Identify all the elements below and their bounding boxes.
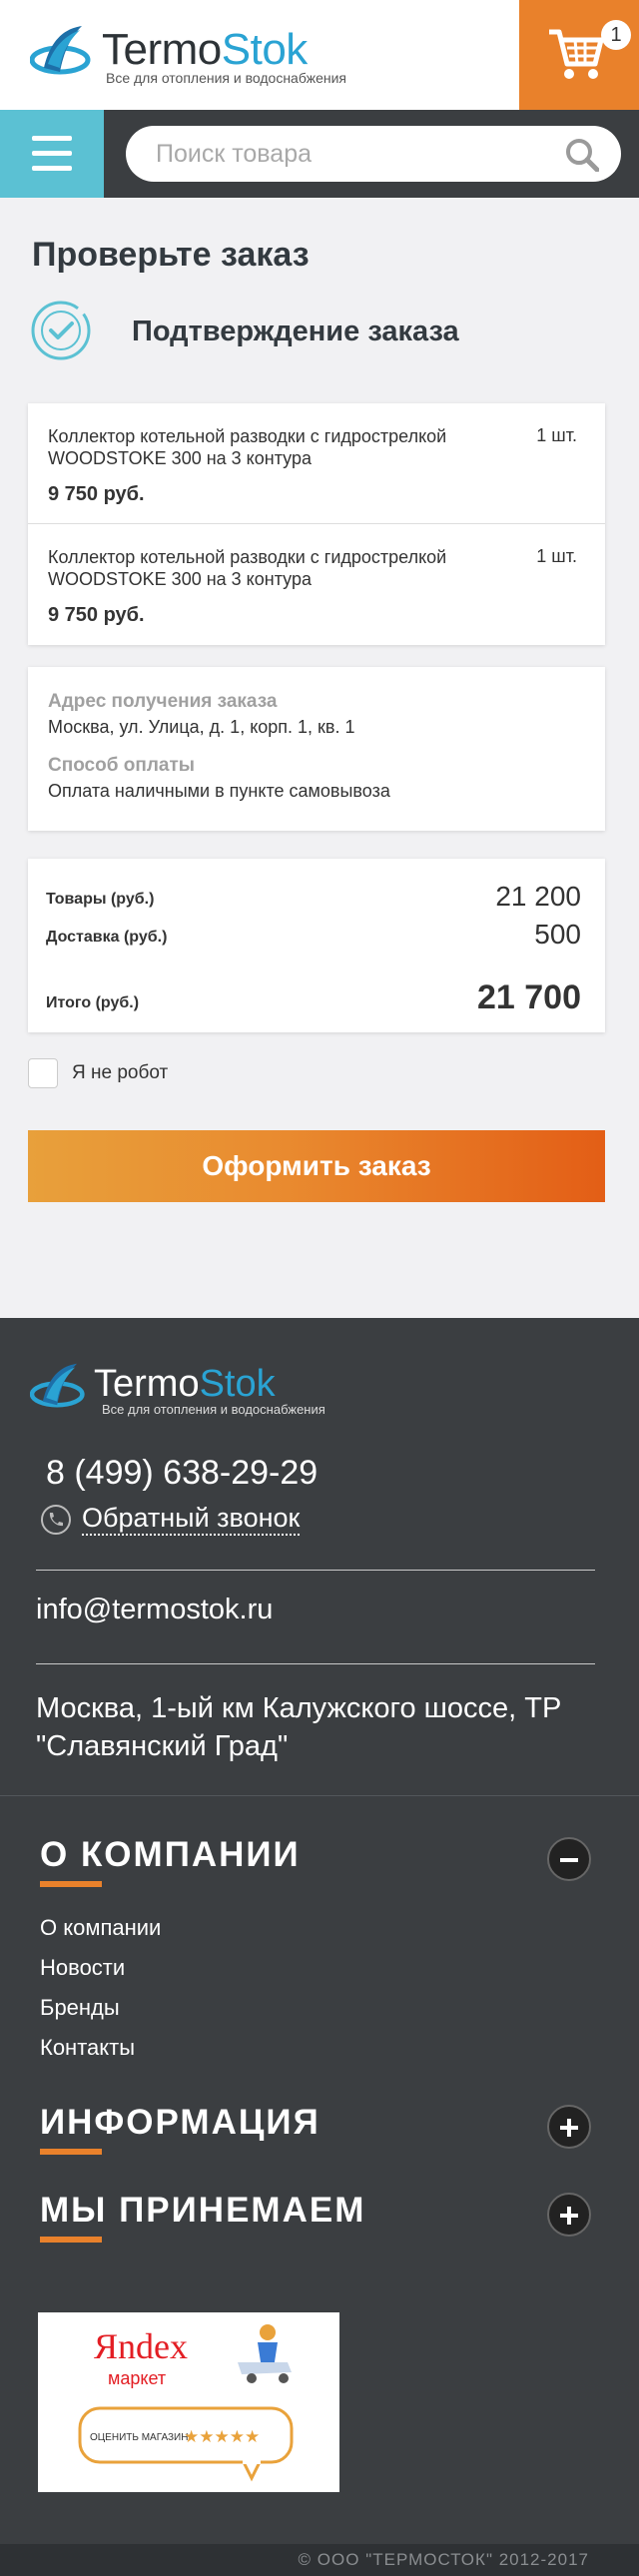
item-price: 9 750 руб. (48, 483, 145, 505)
logo-title: TermoStok (102, 25, 308, 74)
footer-logo-tagline: Все для отопления и водоснабжения (102, 1402, 325, 1417)
copyright-text: © ООО "ТЕРМОСТОК" 2012-2017 (298, 2550, 589, 2569)
svg-text:★★★★★: ★★★★★ (184, 2427, 260, 2447)
yandex-market-logo-icon: Яndex маркет ОЦЕНИТЬ МАГАЗИН ★★★★★ (78, 2324, 294, 2482)
total-label: Итого (руб.) (46, 994, 140, 1011)
order-items-card: Коллектор котельной разводки с гидростре… (28, 403, 605, 645)
cart-button[interactable]: 1 (519, 0, 639, 110)
order-info-card: Адрес получения заказа Москва, ул. Улица… (28, 667, 605, 831)
hamburger-icon (32, 136, 72, 141)
footer-link-brands[interactable]: Бренды (40, 1995, 120, 2021)
not-robot-checkbox[interactable] (28, 1058, 58, 1088)
section-title-payment[interactable]: МЫ ПРИНЕМАЕМ (40, 2191, 365, 2231)
menu-button[interactable] (0, 110, 104, 198)
yandex-market-badge[interactable]: Яndex маркет ОЦЕНИТЬ МАГАЗИН ★★★★★ (38, 2312, 339, 2492)
hamburger-icon (32, 151, 72, 156)
section-underline (40, 2149, 102, 2155)
section-underline (40, 1881, 102, 1887)
svg-text:Яndex: Яndex (94, 2326, 188, 2366)
goods-value: 21 200 (495, 881, 581, 912)
item-name[interactable]: Коллектор котельной разводки с гидростре… (48, 546, 487, 590)
expand-toggle-icon[interactable] (547, 2193, 591, 2237)
logo-swirl-icon (30, 26, 91, 75)
divider (36, 1570, 595, 1571)
collapse-toggle-icon[interactable] (547, 1837, 591, 1881)
footer-email[interactable]: info@termostok.ru (36, 1594, 273, 1626)
nav-bar (0, 110, 639, 198)
divider (36, 1663, 595, 1664)
footer-address: Москва, 1-ый км Калужского шоссе, ТР "Сл… (36, 1692, 562, 1762)
item-quantity: 1 шт. (536, 425, 577, 445)
site-footer: TermoStok Все для отопления и водоснабже… (0, 1318, 639, 2544)
cart-icon (549, 29, 604, 79)
place-order-button[interactable]: Оформить заказ (28, 1130, 605, 1202)
item-name[interactable]: Коллектор котельной разводки с гидростре… (48, 425, 487, 469)
section-underline (40, 2237, 102, 2243)
footer-link-news[interactable]: Новости (40, 1955, 125, 1981)
svg-text:маркет: маркет (108, 2368, 166, 2388)
section-title-info[interactable]: ИНФОРМАЦИЯ (40, 2103, 320, 2143)
footer-link-contacts[interactable]: Контакты (40, 2035, 135, 2061)
logo-swirl-icon (30, 1363, 85, 1408)
callback-link[interactable]: Обратный звонок (82, 1502, 301, 1536)
footer-link-about[interactable]: О компании (40, 1915, 161, 1941)
delivery-label: Доставка (руб.) (46, 929, 168, 946)
check-badge-icon (31, 301, 91, 360)
address-value: Москва, ул. Улица, д. 1, корп. 1, кв. 1 (48, 717, 355, 737)
address-label: Адрес получения заказа (48, 691, 278, 712)
expand-toggle-icon[interactable] (547, 2105, 591, 2149)
phone-icon (41, 1505, 71, 1535)
site-header: TermoStok Все для отопления и водоснабже… (0, 0, 639, 110)
not-robot-label[interactable]: Я не робот (72, 1062, 168, 1084)
cart-count-badge: 1 (601, 20, 631, 50)
goods-label: Товары (руб.) (46, 891, 155, 908)
page-title: Проверьте заказ (32, 236, 310, 274)
payment-value: Оплата наличными в пункте самовывоза (48, 781, 390, 801)
item-price: 9 750 руб. (48, 604, 145, 626)
total-value: 21 700 (477, 978, 581, 1016)
logo-tagline: Все для отопления и водоснабжения (106, 70, 346, 86)
copyright-bar: © ООО "ТЕРМОСТОК" 2012-2017 (0, 2544, 639, 2576)
delivery-value: 500 (534, 919, 581, 950)
confirm-heading: Подтверждение заказа (132, 316, 459, 347)
search-input[interactable] (156, 126, 555, 182)
list-item: Коллектор котельной разводки с гидростре… (28, 403, 605, 521)
payment-label: Способ оплаты (48, 755, 195, 776)
divider (0, 1795, 639, 1796)
search-box (126, 126, 621, 182)
order-totals-card: Товары (руб.) 21 200 Доставка (руб.) 500… (28, 859, 605, 1032)
hamburger-icon (32, 166, 72, 171)
search-icon[interactable] (565, 138, 599, 172)
section-title-about[interactable]: О КОМПАНИИ (40, 1835, 301, 1875)
footer-logo-title: TermoStok (94, 1363, 276, 1405)
footer-phone[interactable]: 8 (499) 638-29-29 (46, 1454, 318, 1493)
site-logo[interactable]: TermoStok Все для отопления и водоснабже… (30, 24, 349, 86)
svg-text:ОЦЕНИТЬ МАГАЗИН: ОЦЕНИТЬ МАГАЗИН (90, 2432, 188, 2443)
list-item: Коллектор котельной разводки с гидростре… (28, 523, 605, 641)
item-quantity: 1 шт. (536, 546, 577, 566)
footer-logo[interactable]: TermoStok Все для отопления и водоснабже… (30, 1362, 329, 1418)
